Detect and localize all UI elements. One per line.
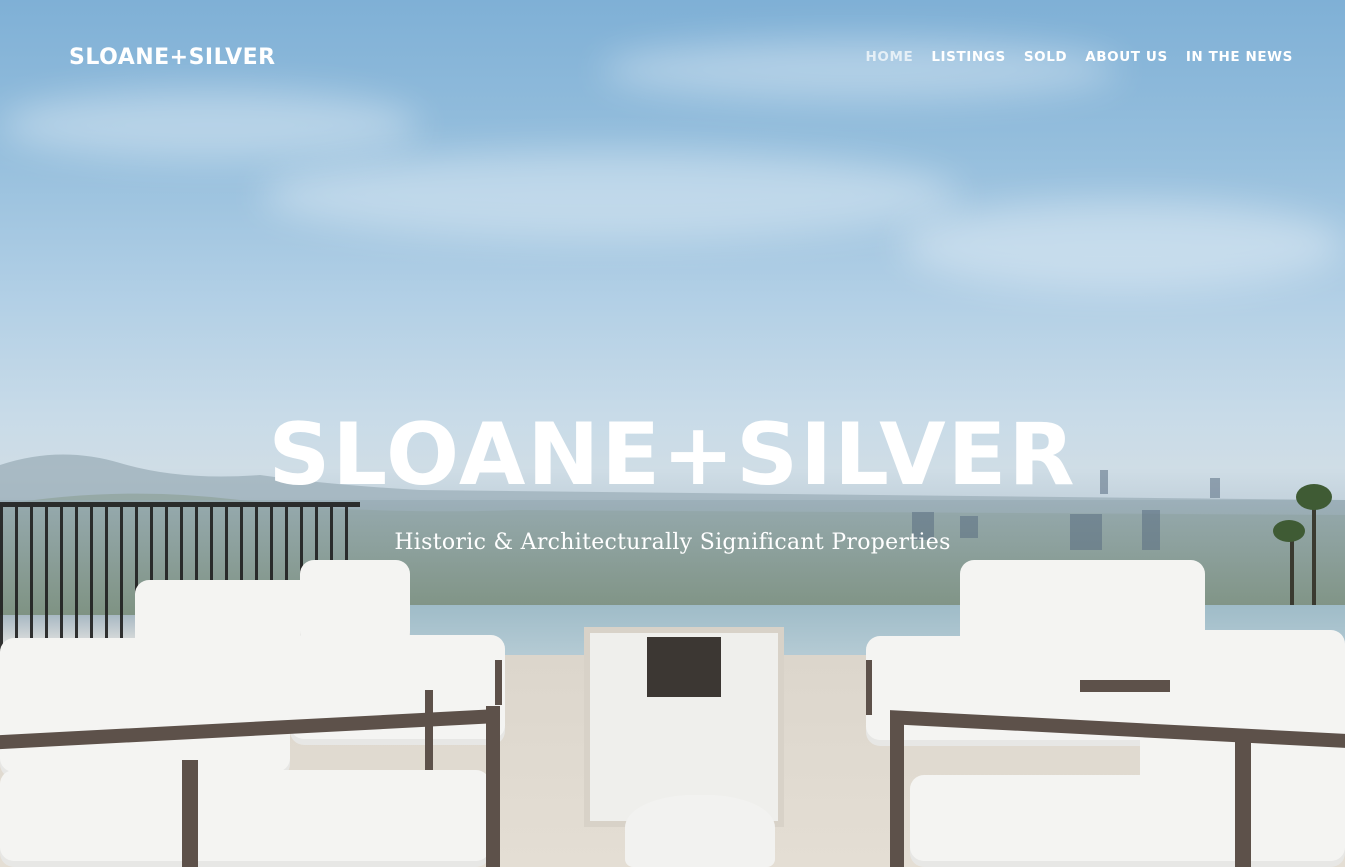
- nav-item-about-us[interactable]: ABOUT US: [1085, 49, 1168, 65]
- sofa-seat: [0, 770, 490, 867]
- sofa-frame: [182, 760, 198, 867]
- nav-item-in-the-news[interactable]: IN THE NEWS: [1186, 49, 1293, 65]
- hero-background: SLOANE+SILVER HOME LISTINGS SOLD ABOUT U…: [0, 0, 1345, 867]
- sofa-frame: [495, 660, 502, 705]
- sofa-seat: [910, 775, 1345, 867]
- nav-item-home[interactable]: HOME: [865, 49, 913, 65]
- site-header: SLOANE+SILVER HOME LISTINGS SOLD ABOUT U…: [0, 0, 1345, 115]
- sofa-frame: [1080, 680, 1170, 692]
- hero-subtitle: Historic & Architecturally Significant P…: [394, 530, 951, 555]
- sofa-frame: [486, 706, 500, 867]
- nav-item-sold[interactable]: SOLD: [1024, 49, 1067, 65]
- main-nav: HOME LISTINGS SOLD ABOUT US IN THE NEWS: [847, 49, 1293, 65]
- palm-tree: [1312, 500, 1316, 610]
- cloud: [900, 200, 1345, 290]
- sofa-frame: [1235, 735, 1251, 867]
- sofa-frame: [890, 722, 904, 867]
- sofa-frame: [866, 660, 872, 715]
- cloud: [260, 150, 960, 240]
- nav-item-listings[interactable]: LISTINGS: [931, 49, 1005, 65]
- site-logo[interactable]: SLOANE+SILVER: [69, 45, 276, 70]
- side-table: [625, 795, 775, 867]
- sofa-back: [0, 638, 290, 778]
- hero-title: SLOANE+SILVER: [268, 405, 1077, 505]
- sofa-frame: [425, 690, 433, 775]
